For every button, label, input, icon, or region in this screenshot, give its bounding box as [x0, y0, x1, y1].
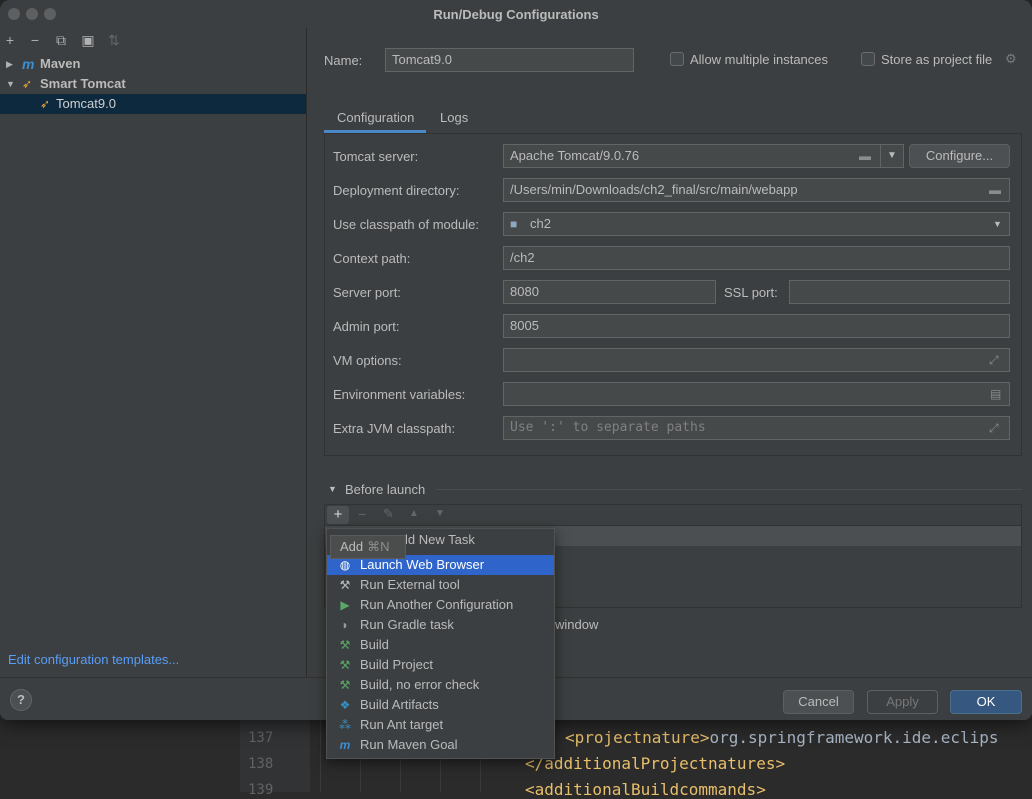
code-line: </additionalProjectnatures>	[525, 754, 786, 773]
folder-open-icon[interactable]: ▬	[859, 149, 871, 163]
admin-port-label: Admin port:	[333, 319, 400, 334]
environment-variables-label: Environment variables:	[333, 387, 466, 402]
server-port-input[interactable]: 8080	[503, 280, 716, 304]
name-label: Name:	[324, 53, 363, 68]
ok-button[interactable]: OK	[950, 690, 1022, 714]
show-window-label: window	[555, 617, 599, 632]
code-line: <additionalBuildcommands>	[525, 780, 766, 799]
allow-multiple-checkbox[interactable]	[670, 52, 684, 66]
deployment-directory-input[interactable]: /Users/min/Downloads/ch2_final/src/main/…	[503, 178, 1010, 202]
sort-icon[interactable]: ⇅	[106, 32, 122, 48]
menu-item-build[interactable]: ⚒ Build	[327, 635, 554, 655]
edit-templates-link[interactable]: Edit configuration templates...	[8, 652, 179, 667]
tree-item-label: Tomcat9.0	[56, 96, 116, 111]
menu-item-run-external-tool[interactable]: ⚒ Run External tool	[327, 575, 554, 595]
before-launch-title: Before launch	[345, 482, 426, 497]
admin-port-input[interactable]: 8005	[503, 314, 1010, 338]
chevron-right-icon[interactable]: ▶	[6, 54, 13, 74]
hammer-icon: ⚒	[339, 658, 351, 672]
gear-icon[interactable]: ⚙	[1005, 51, 1017, 67]
chevron-down-icon[interactable]: ▼	[6, 74, 15, 94]
hammer-icon: ⚒	[339, 678, 351, 692]
configure-button[interactable]: Configure...	[909, 144, 1010, 168]
add-icon[interactable]: +	[327, 506, 349, 524]
configurations-tree-panel: + − ⧉ ▣ ⇅ ▶ m Maven ▼ ➶ Smart Tomcat ➶ T…	[0, 28, 307, 677]
store-project-checkbox[interactable]	[861, 52, 875, 66]
allow-multiple-label: Allow multiple instances	[690, 52, 829, 67]
line-number: 139	[248, 782, 274, 798]
edit-icon[interactable]: ✎	[383, 506, 394, 522]
hammer-icon: ⚒	[339, 638, 351, 652]
expand-icon[interactable]: ⤢	[989, 353, 999, 368]
deployment-directory-label: Deployment directory:	[333, 183, 460, 198]
remove-icon[interactable]: −	[358, 506, 366, 522]
tree-item-maven[interactable]: ▶ m Maven	[0, 54, 306, 74]
menu-item-run-gradle-task[interactable]: ◗ Run Gradle task	[327, 615, 554, 635]
add-tooltip: Add ⌘N	[330, 535, 406, 559]
artifacts-icon: ❖	[339, 698, 351, 712]
menu-item-build-artifacts[interactable]: ❖ Build Artifacts	[327, 695, 554, 715]
extra-jvm-classpath-label: Extra JVM classpath:	[333, 421, 456, 436]
move-down-icon[interactable]: ▼	[435, 508, 445, 519]
tree-item-label: Smart Tomcat	[40, 76, 126, 91]
ssl-port-input[interactable]	[789, 280, 1010, 304]
gradle-icon: ◗	[341, 618, 349, 632]
line-number: 137	[248, 730, 274, 746]
maven-icon: m	[22, 56, 35, 72]
before-launch-toolbar: + − ✎ ▲ ▼	[324, 504, 1022, 526]
tree-item-label: Maven	[40, 56, 81, 71]
apply-button[interactable]: Apply	[867, 690, 938, 714]
play-icon: ▶	[340, 598, 350, 612]
menu-item-build-no-error-check[interactable]: ⚒ Build, no error check	[327, 675, 554, 695]
menu-item-build-project[interactable]: ⚒ Build Project	[327, 655, 554, 675]
tree-item-tomcat90[interactable]: ➶ Tomcat9.0	[0, 94, 306, 114]
environment-variables-input[interactable]	[503, 382, 1010, 406]
chevron-down-icon[interactable]: ▼	[880, 144, 904, 168]
tomcat-icon: ➶	[22, 77, 33, 91]
menu-item-run-ant-target[interactable]: ⁂ Run Ant target	[327, 715, 554, 735]
ssl-port-label: SSL port:	[724, 285, 778, 300]
tab-configuration[interactable]: Configuration	[337, 108, 414, 132]
server-port-label: Server port:	[333, 285, 401, 300]
vm-options-label: VM options:	[333, 353, 402, 368]
line-number: 138	[248, 756, 274, 772]
move-up-icon[interactable]: ▲	[409, 508, 419, 519]
cancel-button[interactable]: Cancel	[783, 690, 854, 714]
expand-icon[interactable]: ⤢	[989, 421, 999, 436]
add-icon[interactable]: +	[2, 32, 18, 48]
name-input[interactable]: Tomcat9.0	[385, 48, 634, 72]
ant-icon: ⁂	[339, 718, 351, 732]
document-icon[interactable]: ▤	[990, 387, 1001, 401]
vm-options-input[interactable]	[503, 348, 1010, 372]
context-path-input[interactable]: /ch2	[503, 246, 1010, 270]
context-path-label: Context path:	[333, 251, 411, 266]
code-line: <projectnature>org.springframework.ide.e…	[565, 728, 999, 747]
chevron-down-icon[interactable]: ▼	[328, 484, 337, 494]
editor-gutter: 137 138 139	[240, 718, 310, 798]
window-title: Run/Debug Configurations	[433, 7, 599, 22]
remove-icon[interactable]: −	[27, 32, 43, 48]
store-project-label: Store as project file	[881, 52, 993, 67]
classpath-module-select[interactable]: ch2	[503, 212, 1010, 236]
chevron-down-icon[interactable]: ▼	[993, 219, 1002, 229]
tomcat-icon: ➶	[40, 97, 51, 111]
module-folder-icon: ■	[510, 217, 518, 231]
tomcat-server-select[interactable]: Apache Tomcat/9.0.76	[503, 144, 881, 168]
tomcat-server-label: Tomcat server:	[333, 149, 419, 164]
maven-icon: m	[339, 738, 351, 752]
title-bar: Run/Debug Configurations	[0, 0, 1032, 28]
menu-item-run-maven-goal[interactable]: m Run Maven Goal	[327, 735, 554, 755]
tools-icon: ⚒	[339, 578, 351, 592]
menu-item-run-another-configuration[interactable]: ▶ Run Another Configuration	[327, 595, 554, 615]
tab-logs[interactable]: Logs	[440, 108, 468, 132]
extra-jvm-classpath-input[interactable]: Use ':' to separate paths	[503, 416, 1010, 440]
folder-open-icon[interactable]: ▬	[989, 183, 1001, 197]
tree-item-smart-tomcat[interactable]: ▼ ➶ Smart Tomcat	[0, 74, 306, 94]
copy-icon[interactable]: ⧉	[53, 32, 69, 48]
help-button[interactable]: ?	[10, 689, 32, 711]
add-task-popup: Add New Task ◍ Launch Web Browser ⚒ Run …	[326, 528, 555, 759]
classpath-module-label: Use classpath of module:	[333, 217, 479, 232]
folder-icon[interactable]: ▣	[80, 32, 96, 48]
